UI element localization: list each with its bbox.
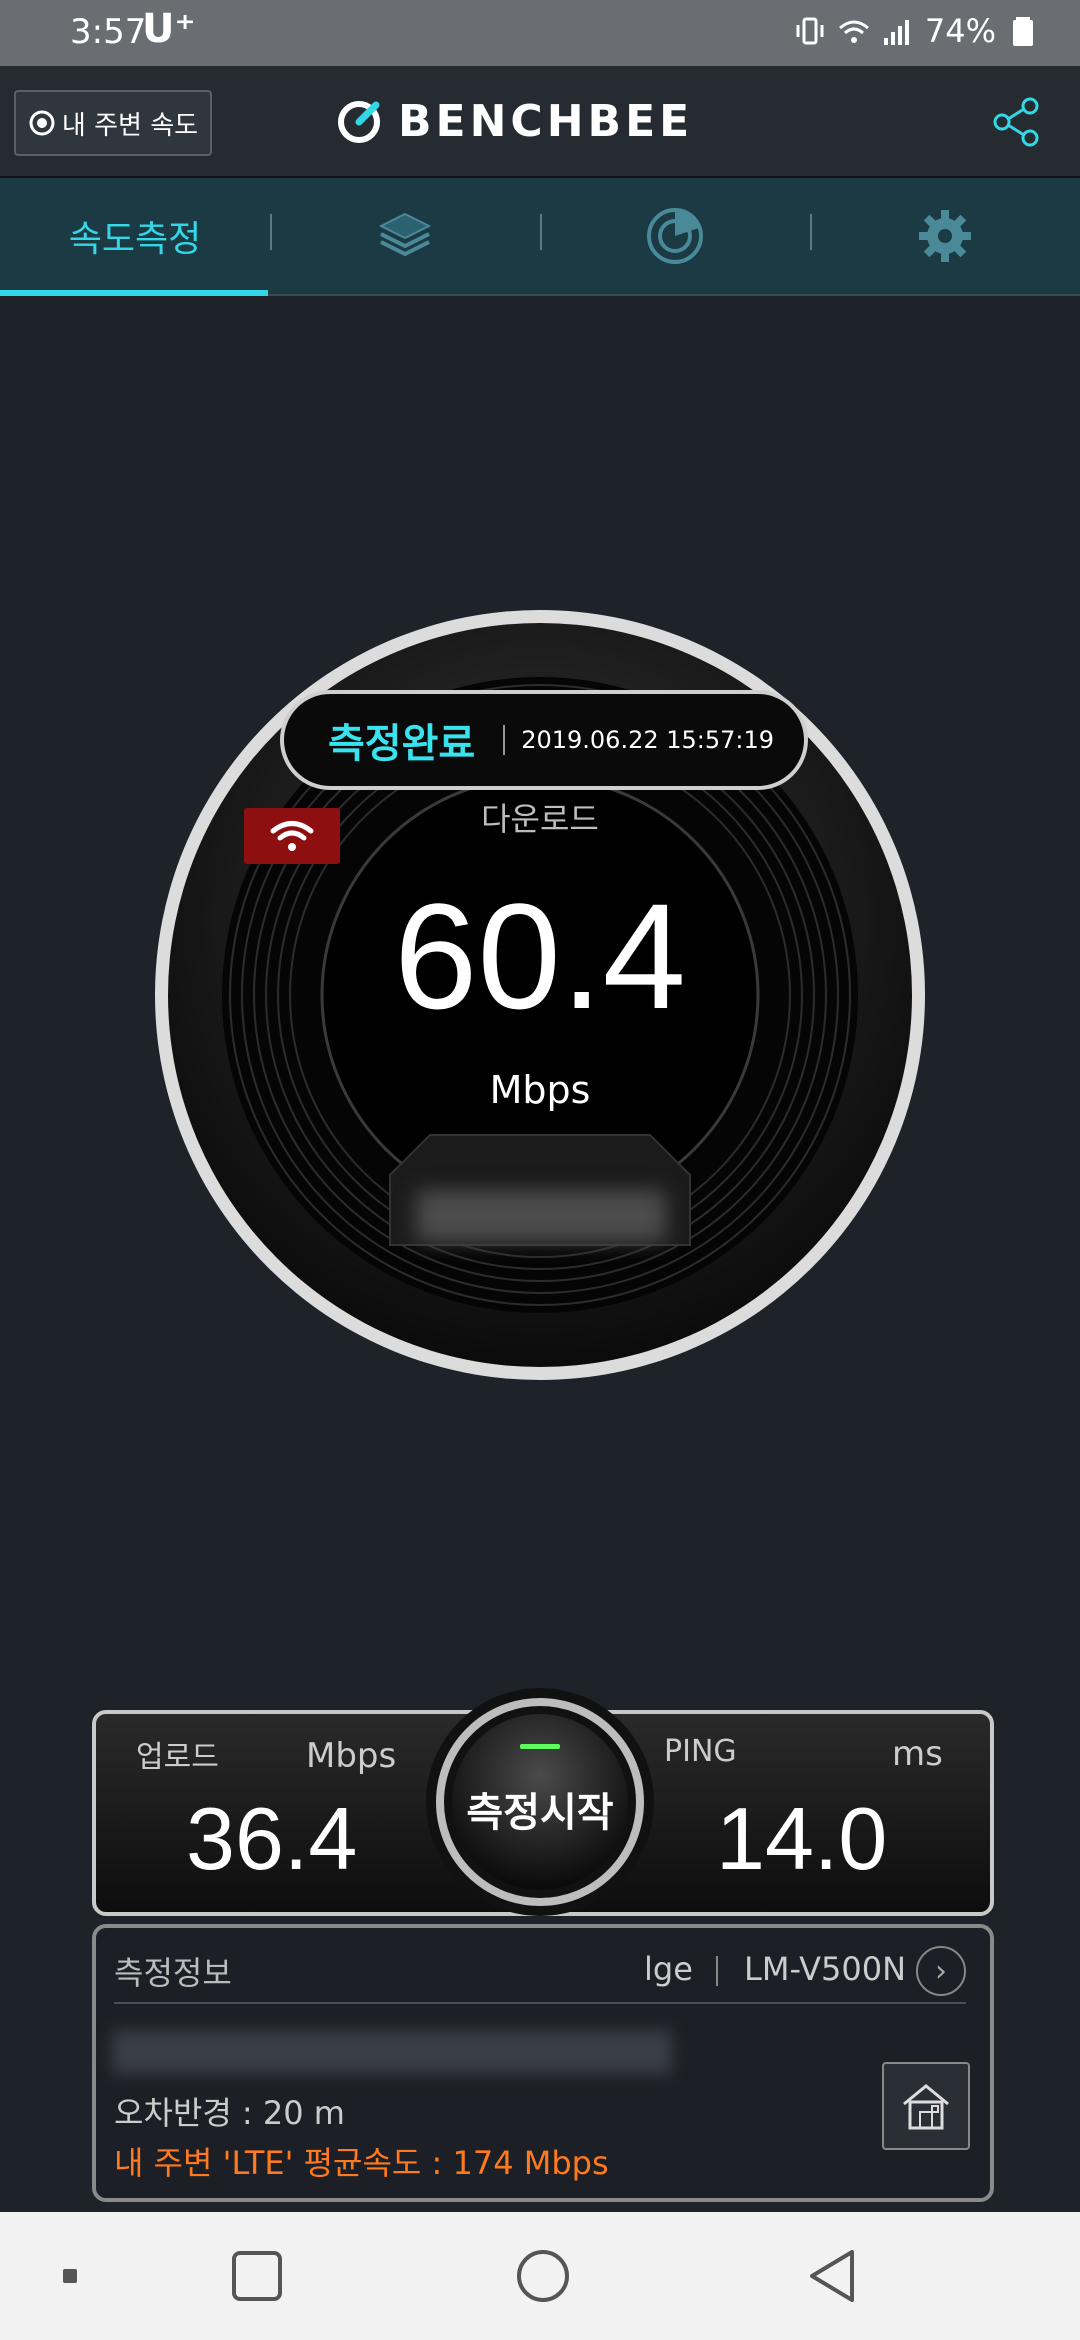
status-time: 3:57 bbox=[70, 12, 147, 52]
carrier-label: U⁺ bbox=[142, 6, 196, 52]
gauge-logo-icon bbox=[338, 100, 380, 143]
status-bar: 3:57 U⁺ 74% bbox=[0, 0, 1080, 66]
home-map-button[interactable] bbox=[882, 2062, 970, 2150]
tab-history[interactable] bbox=[270, 178, 540, 294]
pill-separator bbox=[503, 725, 506, 755]
chevron-right-icon[interactable]: › bbox=[916, 1946, 966, 1996]
dot-icon bbox=[63, 2269, 77, 2283]
back-button[interactable] bbox=[796, 2212, 866, 2340]
vibrate-icon bbox=[796, 17, 824, 45]
measure-datetime: 2019.06.22 15:57:19 bbox=[521, 726, 775, 754]
measure-status: 측정완료 bbox=[328, 721, 476, 767]
error-radius: 오차반경 : 20 m bbox=[114, 2094, 345, 2132]
info-divider bbox=[114, 2002, 966, 2004]
share-icon[interactable] bbox=[988, 94, 1044, 150]
battery-icon bbox=[1013, 17, 1033, 46]
ping-unit: ms bbox=[892, 1734, 943, 1774]
tab-speed-test[interactable]: 속도측정 bbox=[0, 178, 270, 296]
signal-icon bbox=[883, 20, 909, 45]
ping-value: 14.0 bbox=[716, 1789, 888, 1888]
circle-icon bbox=[517, 2250, 569, 2302]
layers-icon bbox=[378, 212, 432, 257]
upload-value: 36.4 bbox=[186, 1789, 358, 1888]
main-tabs: 속도측정 bbox=[0, 178, 1080, 296]
app-header: 내 주변 속도 BENCHBEE bbox=[0, 66, 1080, 178]
tab-settings[interactable] bbox=[810, 178, 1080, 294]
battery-percent: 74% bbox=[924, 12, 996, 50]
ping-label: PING bbox=[664, 1734, 737, 1769]
redacted-network-name bbox=[416, 1190, 666, 1242]
logo-text: BENCHBEE bbox=[398, 96, 694, 147]
download-label: 다운로드 bbox=[481, 800, 599, 838]
square-icon bbox=[232, 2251, 282, 2301]
chart-icon bbox=[647, 208, 703, 264]
radio-dot-icon bbox=[29, 110, 55, 136]
wifi-status-icon bbox=[838, 20, 869, 43]
info-title: 측정정보 bbox=[114, 1954, 232, 1992]
upload-unit: Mbps bbox=[306, 1736, 397, 1776]
back-triangle-icon bbox=[810, 2250, 854, 2302]
house-icon bbox=[903, 2084, 949, 2130]
upload-label: 업로드 bbox=[136, 1740, 219, 1775]
nearby-speed-button[interactable]: 내 주변 속도 bbox=[14, 90, 212, 156]
nav-dot-button[interactable] bbox=[50, 2212, 90, 2340]
system-nav-bar bbox=[0, 2212, 1080, 2340]
tab-speed-test-label: 속도측정 bbox=[68, 219, 202, 260]
info-separator bbox=[716, 1956, 718, 1986]
measure-status-pill: 측정완료 2019.06.22 15:57:19 bbox=[280, 690, 808, 790]
nearby-average-speed: 내 주변 'LTE' 평균속도 : 174 Mbps bbox=[114, 2144, 609, 2182]
download-value: 60.4 bbox=[394, 872, 686, 1040]
gear-icon bbox=[919, 210, 971, 262]
recent-apps-button[interactable] bbox=[222, 2212, 292, 2340]
home-button[interactable] bbox=[508, 2212, 578, 2340]
download-unit: Mbps bbox=[489, 1068, 591, 1112]
nearby-speed-label: 내 주변 속도 bbox=[61, 110, 199, 141]
tab-statistics[interactable] bbox=[540, 178, 810, 294]
redacted-address bbox=[112, 2030, 672, 2074]
start-test-label: 측정시작 bbox=[466, 1790, 614, 1836]
benchbee-logo: BENCHBEE bbox=[334, 96, 693, 147]
device-model: LM-V500N bbox=[744, 1950, 907, 1988]
device-brand: lge bbox=[644, 1950, 693, 1988]
